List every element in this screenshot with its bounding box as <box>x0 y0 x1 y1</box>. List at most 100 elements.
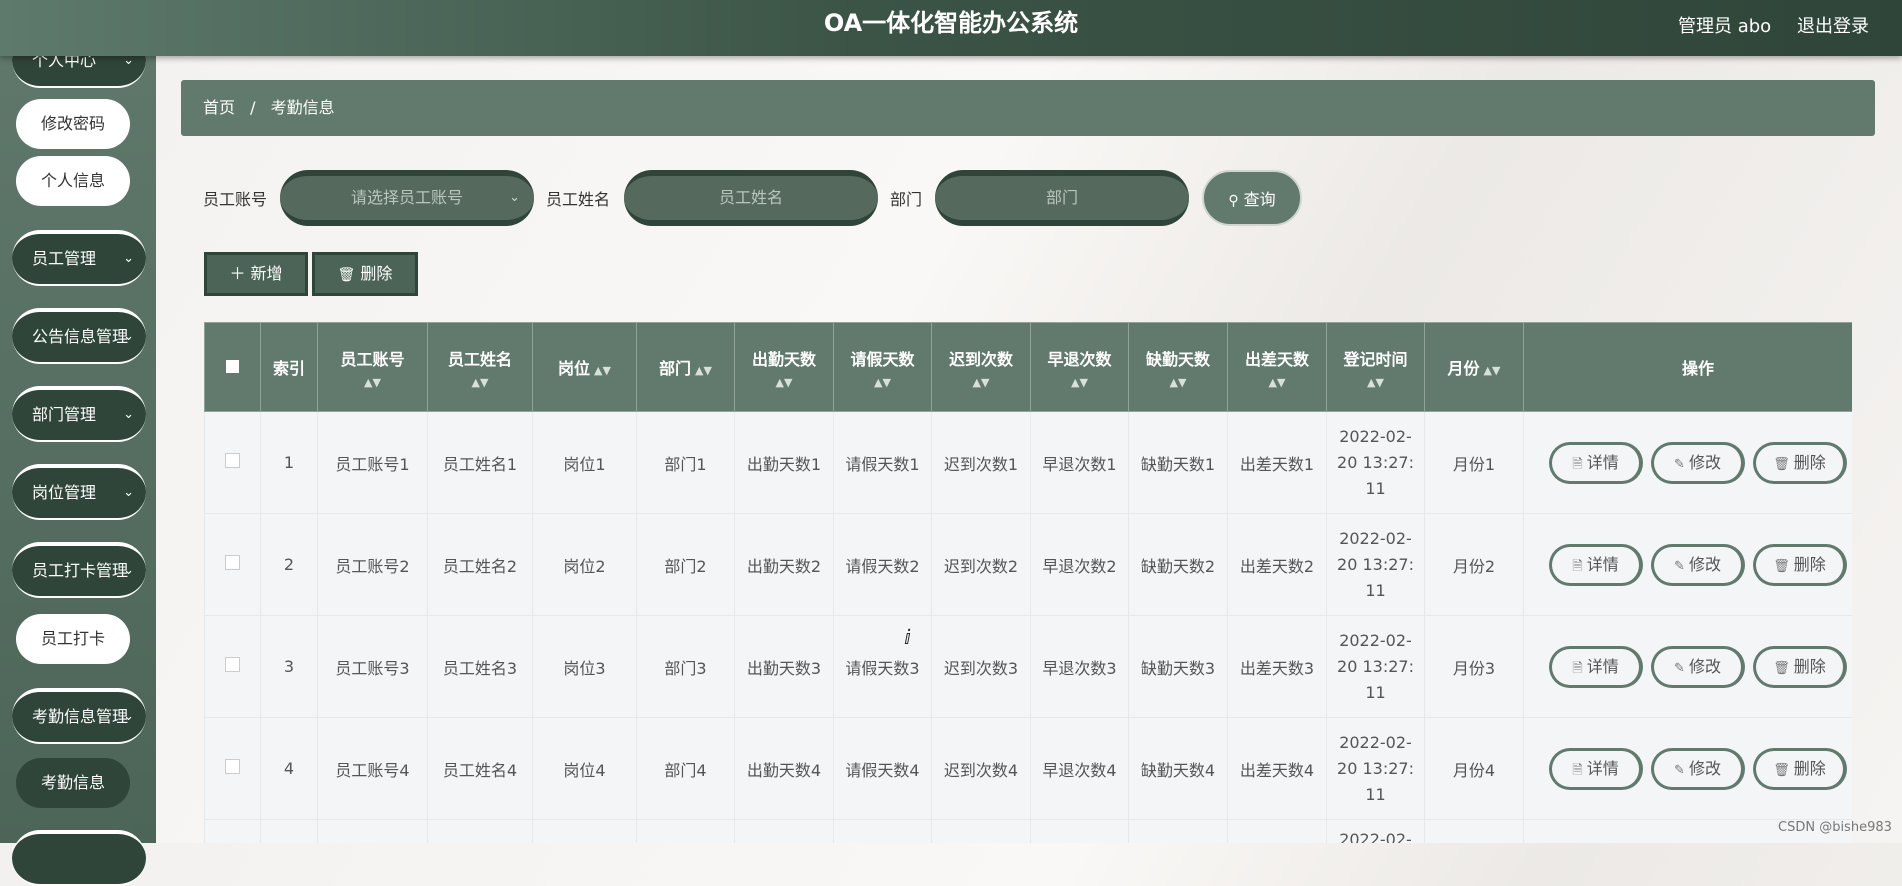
col-month[interactable]: 月份 ▲▼ <box>1424 322 1524 412</box>
trash-icon: 🗑 <box>1773 660 1790 676</box>
sort-icon[interactable]: ▲▼ <box>428 376 532 389</box>
cell-name: 员工姓名2 <box>427 513 533 616</box>
sort-icon[interactable]: ▲▼ <box>1327 376 1424 389</box>
sidebar-subitem-change-password[interactable]: 修改密码 <box>16 99 130 149</box>
col-position[interactable]: 岗位 ▲▼ <box>532 322 637 412</box>
col-department[interactable]: 部门 ▲▼ <box>636 322 735 412</box>
cell-absence-days: 缺勤天数3 <box>1128 615 1228 718</box>
cell-business-trip-days: 出差天数3 <box>1227 615 1327 718</box>
table-cell <box>1424 819 1524 843</box>
col-leave-days[interactable]: 请假天数 ▲▼ <box>833 322 932 412</box>
query-label: 查询 <box>1243 190 1276 209</box>
breadcrumb: 首页 / 考勤信息 <box>181 80 1875 136</box>
sidebar-item-announcement-management[interactable]: 公告信息管理 ⌄ <box>12 308 146 364</box>
edit-row-label: 修改 <box>1688 758 1721 778</box>
table-cell <box>532 819 637 843</box>
cell-account: 员工账号4 <box>317 717 428 820</box>
cell-business-trip-days: 出差天数2 <box>1227 513 1327 616</box>
cell-late-count: 迟到次数1 <box>931 411 1031 514</box>
col-business-trip-days[interactable]: 出差天数 ▲▼ <box>1227 322 1327 412</box>
delete-row-label: 删除 <box>1793 554 1826 574</box>
name-input[interactable]: 员工姓名 <box>624 170 878 226</box>
sort-icon[interactable]: ▲▼ <box>594 364 611 377</box>
sidebar-item-clock-in-management[interactable]: 员工打卡管理 ⌄ <box>12 542 146 598</box>
sidebar-item-position-management[interactable]: 岗位管理 ⌄ <box>12 464 146 520</box>
add-button[interactable]: ＋ 新增 <box>204 252 308 296</box>
sort-icon[interactable]: ▲▼ <box>1484 364 1501 377</box>
col-register-time[interactable]: 登记时间 ▲▼ <box>1326 322 1425 412</box>
col-early-leave-count[interactable]: 早退次数 ▲▼ <box>1030 322 1129 412</box>
row-select-cell[interactable] <box>204 717 261 820</box>
row-select-cell[interactable] <box>204 513 261 616</box>
delete-row-button[interactable]: 🗑 删除 <box>1753 543 1847 586</box>
sidebar-item-attendance-management[interactable]: 考勤信息管理 ⌄ <box>12 688 146 744</box>
query-button[interactable]: ⚲ 查询 <box>1202 170 1302 226</box>
sort-icon[interactable]: ▲▼ <box>318 376 427 389</box>
logout-link[interactable]: 退出登录 <box>1797 12 1869 38</box>
row-checkbox[interactable] <box>225 453 240 468</box>
detail-row-button[interactable]: 🗎 详情 <box>1549 543 1643 586</box>
edit-row-button[interactable]: ✎ 修改 <box>1651 747 1745 790</box>
sort-icon[interactable]: ▲▼ <box>1228 376 1326 389</box>
col-attendance-days[interactable]: 出勤天数 ▲▼ <box>734 322 834 412</box>
cell-leave-days: 请假天数1 <box>833 411 932 514</box>
edit-row-label: 修改 <box>1688 452 1721 472</box>
cell-operations: 🗎 详情 ✎ 修改 🗑 删除 <box>1523 513 1852 616</box>
delete-row-button[interactable]: 🗑 删除 <box>1753 645 1847 688</box>
delete-button[interactable]: 🗑 删除 <box>312 252 418 296</box>
select-all-checkbox[interactable] <box>226 359 239 373</box>
breadcrumb-home[interactable]: 首页 <box>203 80 235 136</box>
sort-icon[interactable]: ▲▼ <box>735 376 833 389</box>
col-late-count[interactable]: 迟到次数 ▲▼ <box>931 322 1031 412</box>
account-select[interactable]: 请选择员工账号 ⌄ <box>280 170 534 226</box>
dept-placeholder: 部门 <box>1045 188 1078 207</box>
col-absence-days[interactable]: 缺勤天数 ▲▼ <box>1128 322 1228 412</box>
delete-row-button[interactable]: 🗑 删除 <box>1753 747 1847 790</box>
delete-row-button[interactable]: 🗑 删除 <box>1753 441 1847 484</box>
cell-operations: 🗎 详情 ✎ 修改 🗑 删除 <box>1523 615 1852 718</box>
sort-icon[interactable]: ▲▼ <box>1031 376 1128 389</box>
sidebar-item-label: 部门管理 <box>32 405 97 424</box>
row-select-cell[interactable] <box>204 411 261 514</box>
cell-absence-days: 缺勤天数2 <box>1128 513 1228 616</box>
cell-register-time: 2022-02-20 13:27:11 <box>1326 615 1425 718</box>
cell-late-count: 迟到次数3 <box>931 615 1031 718</box>
detail-row-button[interactable]: 🗎 详情 <box>1549 747 1643 790</box>
edit-row-button[interactable]: ✎ 修改 <box>1651 543 1745 586</box>
cell-position: 岗位4 <box>532 717 637 820</box>
dept-input[interactable]: 部门 <box>935 170 1189 226</box>
cell-account: 员工账号1 <box>317 411 428 514</box>
cell-position: 岗位1 <box>532 411 637 514</box>
detail-row-button[interactable]: 🗎 详情 <box>1549 645 1643 688</box>
sort-icon[interactable]: ▲▼ <box>695 364 712 377</box>
sort-icon[interactable]: ▲▼ <box>834 376 931 389</box>
col-name[interactable]: 员工姓名 ▲▼ <box>427 322 533 412</box>
add-label: 新增 <box>250 264 283 283</box>
detail-row-label: 详情 <box>1586 554 1619 574</box>
row-checkbox[interactable] <box>225 555 240 570</box>
sidebar-subitem-personal-info[interactable]: 个人信息 <box>16 156 130 206</box>
cell-late-count: 迟到次数4 <box>931 717 1031 820</box>
trash-icon: 🗑 <box>1773 762 1790 778</box>
col-account[interactable]: 员工账号 ▲▼ <box>317 322 428 412</box>
table-row: 2022-02- <box>204 819 1852 843</box>
sidebar-subitem-attendance-info[interactable]: 考勤信息 <box>16 758 130 808</box>
sidebar-item-department-management[interactable]: 部门管理 ⌄ <box>12 386 146 442</box>
row-checkbox[interactable] <box>225 759 240 774</box>
breadcrumb-current: 考勤信息 <box>270 98 335 117</box>
row-select-cell[interactable] <box>204 615 261 718</box>
sort-icon[interactable]: ▲▼ <box>932 376 1030 389</box>
cell-account: 员工账号3 <box>317 615 428 718</box>
sidebar-item-next[interactable] <box>12 830 146 886</box>
cell-operations: 🗎 详情 ✎ 修改 🗑 删除 <box>1523 411 1852 514</box>
select-all-cell[interactable] <box>204 322 261 412</box>
row-checkbox[interactable] <box>225 657 240 672</box>
detail-row-button[interactable]: 🗎 详情 <box>1549 441 1643 484</box>
sort-icon[interactable]: ▲▼ <box>1129 376 1227 389</box>
cell-index: 2 <box>260 513 318 616</box>
edit-row-button[interactable]: ✎ 修改 <box>1651 441 1745 484</box>
edit-row-button[interactable]: ✎ 修改 <box>1651 645 1745 688</box>
sidebar-item-employee-management[interactable]: 员工管理 ⌄ <box>12 230 146 286</box>
chevron-down-icon: ⌄ <box>123 251 134 266</box>
sidebar-subitem-employee-clock-in[interactable]: 员工打卡 <box>16 614 130 664</box>
